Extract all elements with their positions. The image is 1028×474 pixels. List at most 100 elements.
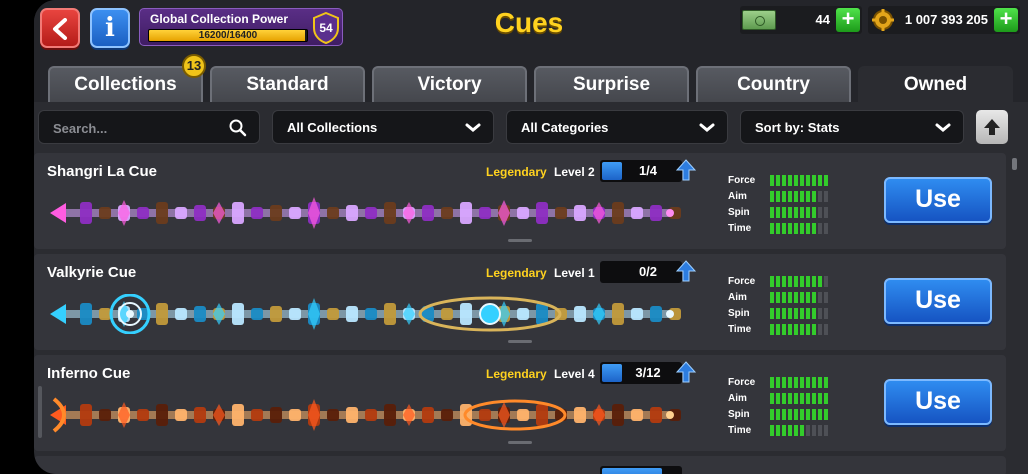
stat-segment xyxy=(806,223,810,234)
stat-label-spin: Spin xyxy=(728,207,750,218)
tab-victory[interactable]: Victory xyxy=(372,66,527,102)
stat-segment xyxy=(812,207,816,218)
tab-surprise-label: Surprise xyxy=(572,74,651,95)
cue-card[interactable]: Shangri La Cue Legendary Level 2 1/4 For… xyxy=(34,153,1006,249)
stat-segment xyxy=(776,377,780,388)
stat-segment xyxy=(812,191,816,202)
stat-segment xyxy=(800,223,804,234)
stat-segment xyxy=(788,207,792,218)
sort-dropdown[interactable]: Sort by: Stats xyxy=(740,110,964,144)
stat-segment xyxy=(788,425,792,436)
stat-segment xyxy=(818,191,822,202)
add-cash-button[interactable]: + xyxy=(836,8,860,32)
stat-segment xyxy=(800,425,804,436)
stat-label-time: Time xyxy=(728,324,752,335)
sort-direction-button[interactable] xyxy=(976,110,1008,144)
stat-segment xyxy=(770,276,774,287)
stat-segment xyxy=(770,393,774,404)
use-button[interactable]: Use xyxy=(884,278,992,324)
power-level-badge: 54 xyxy=(312,11,340,45)
cue-card[interactable]: Valkyrie Cue Legendary Level 1 0/2 Force xyxy=(34,254,1006,350)
tab-surprise[interactable]: Surprise xyxy=(534,66,689,102)
add-coins-button[interactable]: + xyxy=(994,8,1018,32)
stat-segment xyxy=(770,223,774,234)
info-button[interactable]: i xyxy=(90,8,130,48)
stat-segment xyxy=(788,276,792,287)
filter-bar: Search... All Collections All Categories… xyxy=(34,102,1028,150)
stat-segment xyxy=(782,324,786,335)
stat-segment xyxy=(824,324,828,335)
collections-badge: 13 xyxy=(182,54,206,78)
stat-segment xyxy=(800,324,804,335)
upgrade-arrow-icon[interactable] xyxy=(676,361,696,383)
stat-segment xyxy=(794,276,798,287)
level-progress-fill xyxy=(602,468,662,474)
stat-segment xyxy=(788,223,792,234)
stat-row-force: Force xyxy=(728,274,838,290)
stat-bar-aim xyxy=(770,191,828,202)
chevron-down-icon xyxy=(935,123,951,132)
stat-segment xyxy=(770,377,774,388)
upgrade-arrow-icon[interactable] xyxy=(676,159,696,181)
stat-segment xyxy=(782,223,786,234)
tab-country[interactable]: Country xyxy=(696,66,851,102)
back-button[interactable] xyxy=(40,8,80,48)
stat-segment xyxy=(782,276,786,287)
stat-segment xyxy=(788,191,792,202)
stat-row-spin: Spin xyxy=(728,205,838,221)
chevron-left-icon xyxy=(53,18,67,40)
level-progress xyxy=(600,466,682,474)
category-dropdown[interactable]: All Categories xyxy=(506,110,728,144)
tab-owned[interactable]: Owned xyxy=(858,66,1013,102)
collection-dropdown-value: All Collections xyxy=(287,120,378,135)
stat-segment xyxy=(824,409,828,420)
stat-segment xyxy=(806,308,810,319)
stat-segment xyxy=(806,175,810,186)
stat-segment xyxy=(818,324,822,335)
stat-segment xyxy=(794,175,798,186)
stat-segment xyxy=(812,292,816,303)
stat-segment xyxy=(794,324,798,335)
cue-stats: Force Aim Spin Time xyxy=(728,173,838,237)
cue-card[interactable]: Inferno Cue Legendary Level 4 3/12 Force… xyxy=(34,355,1006,451)
drag-handle xyxy=(508,239,532,242)
tab-standard[interactable]: Standard xyxy=(210,66,365,102)
stat-label-spin: Spin xyxy=(728,308,750,319)
upgrade-arrow-icon[interactable] xyxy=(676,260,696,282)
stat-segment xyxy=(800,292,804,303)
scrollbar-thumb[interactable] xyxy=(1012,158,1017,170)
stat-segment xyxy=(800,409,804,420)
use-button[interactable]: Use xyxy=(884,379,992,425)
stat-segment xyxy=(806,276,810,287)
stat-bar-force xyxy=(770,276,828,287)
stat-segment xyxy=(770,175,774,186)
level-progress: 1/4 xyxy=(600,160,682,182)
stat-segment xyxy=(818,393,822,404)
top-bar: i Global Collection Power 16200/16400 54… xyxy=(34,0,1028,62)
coin-icon xyxy=(872,9,894,31)
stat-segment xyxy=(818,377,822,388)
global-collection-power[interactable]: Global Collection Power 16200/16400 54 xyxy=(139,8,343,46)
stat-segment xyxy=(788,393,792,404)
stat-segment xyxy=(818,276,822,287)
cue-card-partial[interactable] xyxy=(34,456,1006,474)
stat-label-aim: Aim xyxy=(728,393,747,404)
search-placeholder: Search... xyxy=(53,121,108,136)
use-button[interactable]: Use xyxy=(884,177,992,223)
collection-dropdown[interactable]: All Collections xyxy=(272,110,494,144)
stat-segment xyxy=(788,292,792,303)
stat-segment xyxy=(770,308,774,319)
cue-rarity: Legendary xyxy=(486,367,547,381)
stat-segment xyxy=(824,276,828,287)
tab-collections[interactable]: Collections xyxy=(48,66,203,102)
stat-segment xyxy=(824,207,828,218)
tab-victory-label: Victory xyxy=(417,74,482,95)
stat-segment xyxy=(800,175,804,186)
stat-segment xyxy=(824,175,828,186)
stat-segment xyxy=(800,308,804,319)
list-scrollbar[interactable] xyxy=(1012,150,1018,474)
stat-segment xyxy=(818,223,822,234)
search-input[interactable]: Search... xyxy=(38,110,260,144)
stat-segment xyxy=(776,292,780,303)
level-progress-fill xyxy=(602,162,622,180)
